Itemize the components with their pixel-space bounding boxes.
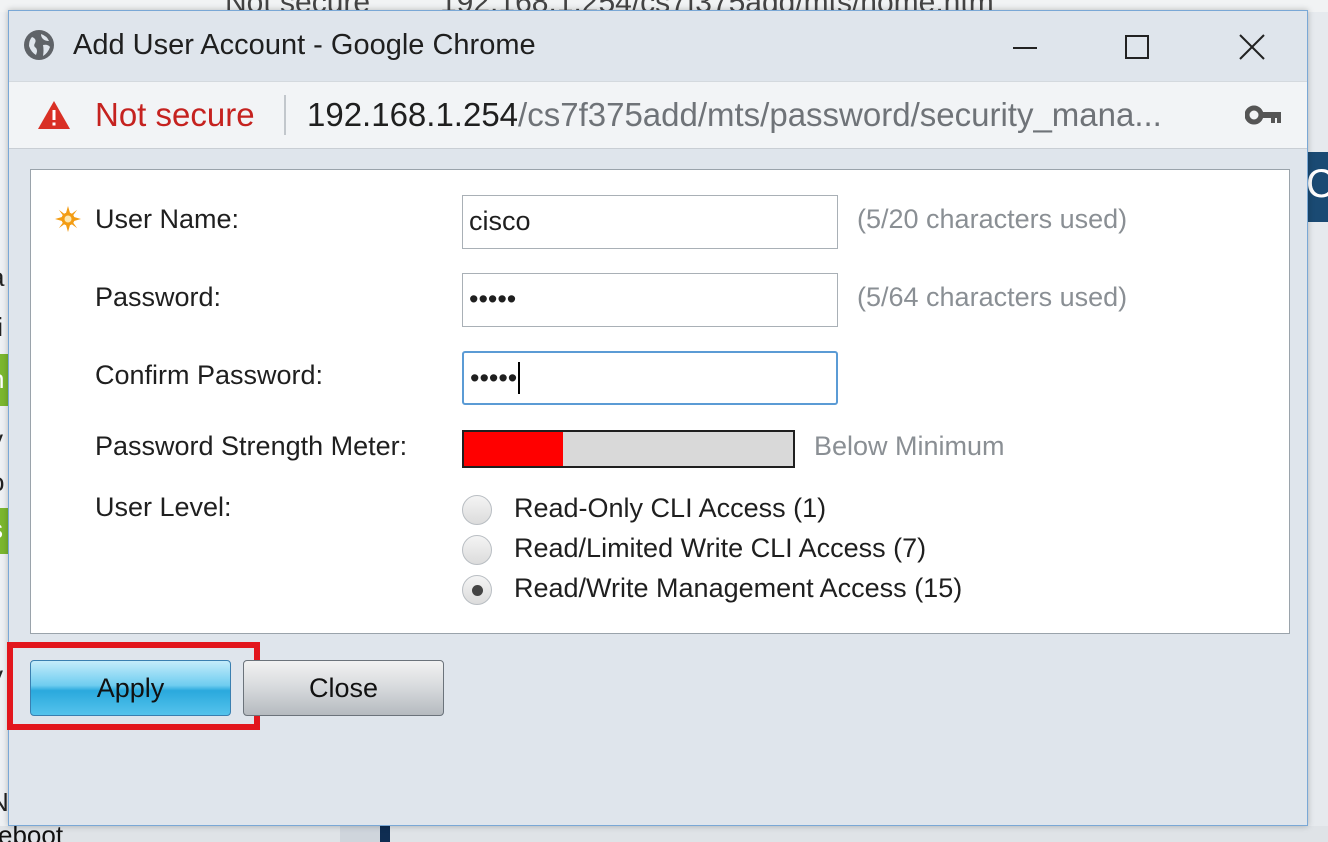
background-menu-letter: ti bbox=[0, 312, 3, 342]
window-title-bar[interactable]: Add User Account - Google Chrome bbox=[9, 11, 1307, 81]
minimize-button[interactable] bbox=[999, 25, 1059, 69]
background-menu-letter: s bbox=[0, 514, 3, 545]
maximize-icon bbox=[1125, 35, 1149, 59]
username-char-count: (5/20 characters used) bbox=[857, 204, 1128, 234]
username-field[interactable]: cisco bbox=[462, 195, 838, 249]
close-icon bbox=[1239, 34, 1265, 60]
radio-label: Read/Write Management Access (15) bbox=[514, 573, 963, 603]
address-separator bbox=[284, 95, 286, 135]
radio-button[interactable] bbox=[462, 495, 492, 525]
password-strength-meter bbox=[462, 430, 795, 468]
background-header-letter: C bbox=[1306, 162, 1328, 206]
background-menu-letter: y bbox=[0, 424, 3, 455]
background-bottom-edge: eboot bbox=[0, 826, 1328, 842]
warning-triangle-icon bbox=[38, 101, 70, 129]
background-header-block: C bbox=[1306, 152, 1328, 222]
confirm-password-field[interactable]: ••••• bbox=[462, 351, 838, 405]
confirm-password-value: ••••• bbox=[470, 363, 518, 393]
background-menu-letter: y bbox=[0, 660, 3, 691]
strength-status: Below Minimum bbox=[814, 431, 1005, 461]
window-title: Add User Account - Google Chrome bbox=[73, 29, 536, 61]
text-caret bbox=[518, 361, 521, 394]
url-path: /cs7f375add/mts/password/security_mana..… bbox=[518, 96, 1162, 133]
address-bar[interactable]: Not secure 192.168.1.254/cs7f375add/mts/… bbox=[9, 81, 1307, 149]
strength-meter-label: Password Strength Meter: bbox=[95, 431, 408, 461]
add-user-form: User Name: cisco (5/20 characters used) … bbox=[30, 169, 1290, 634]
close-button[interactable]: Close bbox=[243, 660, 444, 716]
user-level-label: User Level: bbox=[95, 492, 232, 522]
key-icon[interactable] bbox=[1245, 102, 1283, 128]
radio-label: Read-Only CLI Access (1) bbox=[514, 493, 827, 523]
required-asterisk-icon bbox=[55, 206, 81, 232]
radio-label: Read/Limited Write CLI Access (7) bbox=[514, 533, 927, 563]
add-user-popup-window: Add User Account - Google Chrome Not sec… bbox=[7, 10, 1308, 826]
background-menu-letter: a bbox=[0, 262, 4, 293]
minimize-icon bbox=[1013, 47, 1037, 49]
chrome-globe-icon bbox=[24, 30, 54, 60]
radio-button[interactable] bbox=[462, 535, 492, 565]
close-window-button[interactable] bbox=[1224, 25, 1284, 69]
password-label: Password: bbox=[95, 282, 222, 312]
background-menu-letter: n bbox=[0, 364, 4, 395]
strength-meter-fill bbox=[464, 432, 563, 466]
background-reboot-text: eboot bbox=[0, 826, 64, 842]
confirm-password-label: Confirm Password: bbox=[95, 360, 324, 390]
password-char-count: (5/64 characters used) bbox=[857, 282, 1128, 312]
background-panel bbox=[340, 826, 380, 842]
background-right-edge: C bbox=[1306, 12, 1328, 842]
password-field[interactable]: ••••• bbox=[462, 273, 838, 327]
url-host: 192.168.1.254 bbox=[307, 96, 519, 133]
apply-button[interactable]: Apply bbox=[30, 660, 231, 716]
maximize-button[interactable] bbox=[1109, 25, 1169, 69]
background-divider bbox=[380, 826, 390, 842]
url-text[interactable]: 192.168.1.254/cs7f375add/mts/password/se… bbox=[307, 96, 1162, 134]
radio-button-selected[interactable] bbox=[462, 575, 492, 605]
username-label: User Name: bbox=[95, 204, 240, 234]
background-menu-letter: o bbox=[0, 467, 4, 498]
not-secure-label[interactable]: Not secure bbox=[95, 96, 255, 134]
